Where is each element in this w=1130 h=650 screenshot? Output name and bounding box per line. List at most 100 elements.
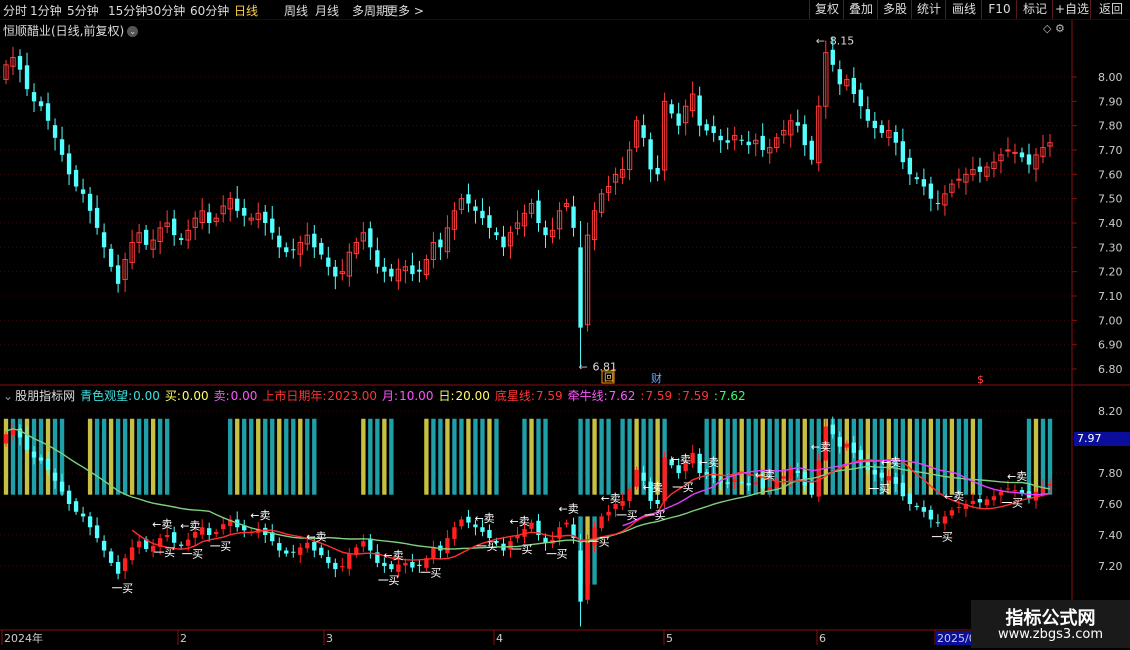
ind-candle-up — [508, 541, 513, 550]
sell-signal: ←卖 — [152, 518, 172, 531]
ind-candle-down — [291, 551, 296, 553]
candle-down — [900, 141, 906, 163]
signal-bar — [431, 418, 436, 495]
indicator-field-value: 7.62 — [718, 389, 746, 403]
buy-signal: 买 — [164, 546, 175, 559]
candle-down — [466, 194, 471, 204]
ind-candle-up — [781, 476, 786, 479]
sell-signal: ←卖 — [671, 453, 691, 466]
x-tick-label: 4 — [496, 632, 503, 645]
ind-candle-up — [221, 524, 226, 530]
signal-bar — [459, 418, 464, 495]
ind-candle-down — [851, 442, 856, 453]
candle-down — [872, 120, 878, 129]
ind-candle-down — [319, 547, 324, 556]
signal-bar — [473, 418, 478, 495]
buy-signal: 买 — [655, 509, 666, 522]
ind-candle-down — [277, 543, 282, 551]
buy-signal: 买 — [683, 481, 694, 494]
low-arrow: ← — [579, 361, 588, 374]
ind-candle-up — [991, 496, 997, 501]
candle-down — [207, 212, 212, 223]
ind-candle-down — [900, 482, 906, 497]
signal-bar — [543, 418, 548, 495]
ind-candle-up — [984, 499, 990, 506]
signal-bar — [256, 418, 261, 495]
indicator-y-tick-label: 7.60 — [1098, 498, 1123, 511]
buy-signal: 买 — [192, 548, 203, 561]
candle-down — [291, 249, 296, 251]
ind-candle-up — [662, 457, 667, 502]
ind-candle-down — [466, 516, 471, 523]
signal-bar — [284, 418, 289, 495]
candle-down — [921, 179, 927, 187]
candle-down — [655, 168, 660, 175]
y-tick-label: 7.60 — [1098, 168, 1123, 181]
indicator-field-value: 10.00 — [399, 389, 434, 403]
ind-candle-down — [928, 509, 934, 520]
candle-down — [760, 135, 765, 150]
indicator-field-label: 底星线: — [494, 389, 535, 403]
ind-candle-down — [795, 470, 800, 473]
signal-bar — [956, 418, 962, 495]
ind-candle-down — [326, 557, 331, 563]
event-marker-hui: 回 — [604, 372, 614, 384]
candle-down — [718, 135, 723, 141]
low-label: 6.81 — [593, 361, 618, 374]
indicator-name[interactable]: 股朋指标网 — [15, 389, 75, 403]
candle-down — [473, 206, 478, 211]
sell-signal: ←卖 — [944, 490, 964, 503]
signal-bar — [263, 418, 268, 495]
y-tick-label: 7.50 — [1098, 193, 1123, 206]
ind-candle-up — [396, 564, 401, 572]
sell-signal: ←卖 — [699, 456, 719, 469]
candle-down — [809, 140, 814, 160]
ind-candle-up — [564, 522, 569, 525]
buy-signal: 买 — [557, 548, 568, 561]
signal-bar — [129, 418, 135, 495]
ind-candle-down — [368, 538, 373, 551]
signal-bar — [101, 418, 107, 495]
high-arrow: ← — [816, 35, 825, 48]
sell-signal: ←卖 — [559, 503, 579, 516]
indicator-field: :7.59 — [677, 389, 709, 403]
indicator-field: 上市日期年:2023.00 — [262, 389, 377, 403]
signal-bar — [424, 418, 429, 495]
ind-candle-down — [837, 437, 842, 447]
watermark: 指标公式网 www.zbgs3.com — [971, 600, 1130, 648]
x-tick-label: 5 — [666, 632, 673, 645]
y-tick-label: 7.20 — [1098, 266, 1123, 279]
ind-candle-up — [690, 452, 695, 464]
signal-bar — [963, 418, 969, 495]
indicator-field-label: 卖: — [213, 389, 230, 403]
buy-signal: 买 — [627, 509, 638, 522]
ind-candle-down — [73, 501, 79, 512]
candle-down — [795, 122, 800, 126]
candle-down — [45, 103, 51, 121]
signal-bar — [592, 418, 597, 495]
candle-down — [879, 125, 885, 133]
signal-bar — [164, 418, 170, 495]
indicator-field-value: 7.59 — [682, 389, 709, 403]
indicator-field-label: 日: — [438, 389, 455, 403]
signal-bar — [87, 418, 93, 495]
indicator-menu-icon[interactable]: ⌄ — [3, 389, 13, 403]
ind-candle-up — [136, 541, 142, 548]
candle-down — [739, 139, 744, 141]
x-tick-label: 6 — [819, 632, 826, 645]
chart-canvas[interactable]: 8.00 7.90 7.80 7.70 7.60 7.50 7.40 7.30 7.20 7.10… — [0, 0, 1130, 650]
candle-down — [319, 242, 324, 255]
candle-down — [66, 153, 72, 175]
ind-candle-up — [214, 531, 219, 535]
signal-bar — [312, 418, 317, 495]
y-tick-label: 7.30 — [1098, 241, 1123, 254]
indicator-y-tick-label: 8.20 — [1098, 405, 1123, 418]
buy-signal: 买 — [879, 483, 890, 496]
y-tick-label: 7.40 — [1098, 217, 1123, 230]
ind-candle-up — [403, 562, 408, 566]
indicator-field-value: 7.62 — [608, 389, 636, 403]
y-tick-label: 7.80 — [1098, 120, 1123, 133]
candle-down — [143, 229, 149, 245]
candle-down — [87, 193, 93, 211]
signal-bar — [795, 418, 800, 495]
